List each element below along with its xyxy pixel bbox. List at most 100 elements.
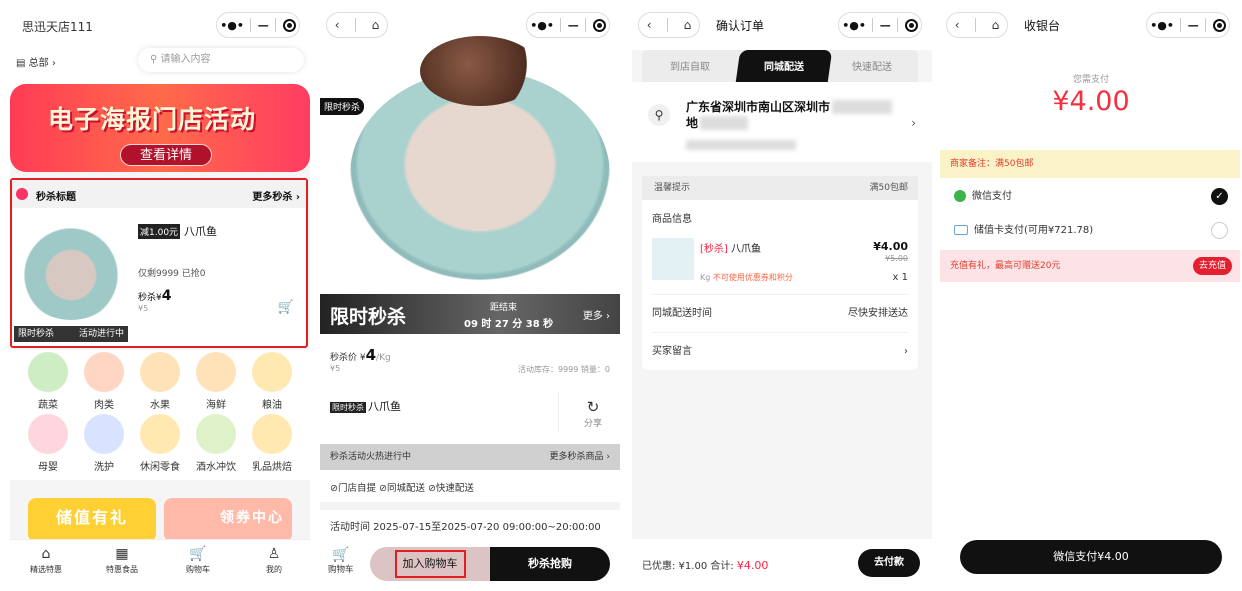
card-pay-radio[interactable]: [1211, 222, 1228, 239]
add-to-cart-button[interactable]: 加入购物车: [370, 547, 490, 581]
category-label: 蔬菜: [38, 400, 58, 411]
close-miniapp-icon[interactable]: [1212, 18, 1226, 32]
more-seckill-link[interactable]: 更多秒杀商品 ›: [550, 444, 610, 470]
price-label: 秒杀¥: [138, 293, 162, 303]
tab-label: 特惠食品: [106, 565, 138, 574]
dairy-icon: [252, 414, 292, 454]
card-pay-option[interactable]: 储值卡支付(可用¥721.78): [940, 214, 1240, 248]
minimize-icon[interactable]: —: [1188, 19, 1199, 32]
minimize-icon[interactable]: —: [568, 19, 579, 32]
wechat-pay-option[interactable]: 微信支付 ✓: [940, 180, 1240, 214]
miniapp-capsule[interactable]: •●• —: [526, 12, 610, 38]
category-item[interactable]: 休闲零食: [132, 414, 188, 473]
seckill-title: 秒杀标题: [36, 192, 76, 203]
wechat-pay-button[interactable]: 微信支付¥4.00: [960, 540, 1222, 574]
more-icon[interactable]: •●•: [530, 19, 554, 32]
more-icon[interactable]: •●•: [1150, 19, 1174, 32]
tab-food[interactable]: ▦ 特惠食品: [92, 546, 152, 575]
more-icon[interactable]: •●•: [220, 19, 244, 32]
tab-label: 精选特惠: [30, 565, 62, 574]
miniapp-capsule[interactable]: •●• —: [838, 12, 922, 38]
more-icon[interactable]: •●•: [842, 19, 866, 32]
buyer-message-row[interactable]: 买家留言 ›: [652, 332, 908, 370]
category-item[interactable]: 蔬菜: [20, 352, 76, 411]
promo-banner[interactable]: 电子海报门店活动 查看详情: [10, 84, 310, 172]
delivery-time-row[interactable]: 同城配送时间 尽快安排送达: [652, 294, 908, 332]
category-item[interactable]: 母婴: [20, 414, 76, 473]
coupon-center-promo[interactable]: 领券中心: [164, 498, 292, 542]
flash-title: 限时秒杀: [330, 306, 407, 328]
discount-text: 已优惠: ¥1.00 合计:: [642, 561, 734, 572]
back-icon[interactable]: ‹: [647, 18, 652, 32]
wechat-pay-radio[interactable]: ✓: [1211, 188, 1228, 205]
category-item[interactable]: 海鲜: [188, 352, 244, 411]
tab-cart[interactable]: 🛒 购物车: [168, 546, 228, 575]
close-miniapp-icon[interactable]: [592, 18, 606, 32]
need-pay-label: 您需支付: [1072, 75, 1109, 85]
search-input[interactable]: ⚲ 请输入内容: [138, 48, 304, 72]
tab-featured[interactable]: ⌂ 精选特惠: [16, 546, 76, 575]
hq-selector[interactable]: ▤ 总部 ›: [16, 54, 56, 69]
product-info: 秒杀价 ¥4/Kg ¥5 活动库存：9999 销量：0 限时秒杀 八爪鱼 ↻ 分享: [320, 334, 620, 444]
nav-pill[interactable]: ‹ ⌂: [946, 12, 1008, 38]
seckill-buy-button[interactable]: 秒杀抢购: [490, 547, 610, 581]
product-image[interactable]: [18, 220, 124, 320]
close-miniapp-icon[interactable]: [904, 18, 918, 32]
minimize-icon[interactable]: —: [258, 19, 269, 32]
home-icon[interactable]: ⌂: [992, 18, 1000, 32]
cart-shortcut[interactable]: 🛒 购物车: [328, 547, 354, 575]
price-label: 秒杀价 ¥: [330, 353, 366, 363]
more-seckill-link[interactable]: 更多秒杀 ›: [252, 188, 300, 203]
miniapp-capsule[interactable]: •●• —: [1146, 12, 1230, 38]
address-card[interactable]: ⚲ 广东省深圳市南山区深圳市 地 ›: [632, 82, 932, 162]
miniapp-capsule[interactable]: •●• —: [216, 12, 300, 38]
home-icon[interactable]: ⌂: [684, 18, 692, 32]
category-item[interactable]: 乳品烘焙: [244, 414, 300, 473]
nav-pill[interactable]: ‹ ⌂: [638, 12, 700, 38]
category-item[interactable]: 洗护: [76, 414, 132, 473]
hq-label: 总部: [28, 58, 49, 69]
store-name[interactable]: 思迅天店111: [22, 18, 93, 35]
add-to-cart-label: 加入购物车: [394, 550, 466, 578]
flash-more-link[interactable]: 更多 ›: [583, 307, 610, 322]
back-icon[interactable]: ‹: [335, 18, 340, 32]
home-icon[interactable]: ⌂: [372, 18, 380, 32]
recharge-button[interactable]: 去充值: [1192, 257, 1232, 275]
category-grid: 蔬菜 肉类 水果 海鲜 粮油 母婴 洗护 休闲零食 酒水冲饮 乳品烘焙: [10, 350, 310, 480]
category-item[interactable]: 粮油: [244, 352, 300, 411]
tab-express[interactable]: 快速配送: [826, 58, 918, 73]
category-item[interactable]: 酒水冲饮: [188, 414, 244, 473]
share-button[interactable]: ↻ 分享: [584, 398, 602, 429]
countdown: 09 时 27 分 38 秒: [464, 319, 554, 330]
tab-mine[interactable]: ♙ 我的: [244, 546, 304, 575]
tab-city-delivery[interactable]: 同城配送: [738, 58, 830, 73]
nav-pill[interactable]: ‹ ⌂: [326, 12, 388, 38]
chevron-right-icon: ›: [904, 346, 908, 357]
home-screen: 思迅天店111 •●• — ▤ 总部 › ⚲ 请输入内容 电子海报门店活动 查看详…: [10, 0, 310, 591]
seckill-price: 秒杀价 ¥4/Kg: [330, 346, 391, 364]
goods-qty: x 1: [892, 272, 908, 283]
wechat-pay-label: 微信支付: [972, 191, 1012, 202]
category-item[interactable]: 水果: [132, 352, 188, 411]
order-summary-bar: 已优惠: ¥1.00 合计: ¥4.00 去付款: [632, 539, 932, 591]
total-amount: ¥4.00: [736, 559, 769, 572]
minimize-icon[interactable]: —: [880, 19, 891, 32]
pay-button[interactable]: 去付款: [858, 549, 920, 577]
hot-activity-bar: 秒杀活动火热进行中 更多秒杀商品 ›: [320, 444, 620, 470]
category-item[interactable]: 肉类: [76, 352, 132, 411]
seckill-section[interactable]: 秒杀标题 更多秒杀 › 限时秒杀 活动进行中 减1.00元 八爪鱼 仅剩9999 …: [10, 178, 308, 348]
stored-value-promo[interactable]: 储值有礼: [28, 498, 156, 542]
flash-sale-bar: 限时秒杀 距结束 09 时 27 分 38 秒 更多 ›: [320, 294, 620, 334]
banner-detail-button[interactable]: 查看详情: [120, 144, 212, 166]
bottom-tabbar: ⌂ 精选特惠 ▦ 特惠食品 🛒 购物车 ♙ 我的: [10, 539, 310, 591]
tab-pickup[interactable]: 到店自取: [644, 58, 736, 73]
purchase-bar: 🛒 购物车 加入购物车 秒杀抢购: [320, 539, 620, 591]
countdown-label: 距结束: [490, 303, 518, 313]
back-icon[interactable]: ‹: [955, 18, 960, 32]
tip-value: 满50包邮: [869, 183, 908, 193]
cart-label: 购物车: [328, 565, 354, 575]
product-name[interactable]: 八爪鱼: [184, 223, 217, 239]
close-miniapp-icon[interactable]: [282, 18, 296, 32]
cart-icon[interactable]: 🛒: [278, 300, 294, 315]
baby-icon: [28, 414, 68, 454]
